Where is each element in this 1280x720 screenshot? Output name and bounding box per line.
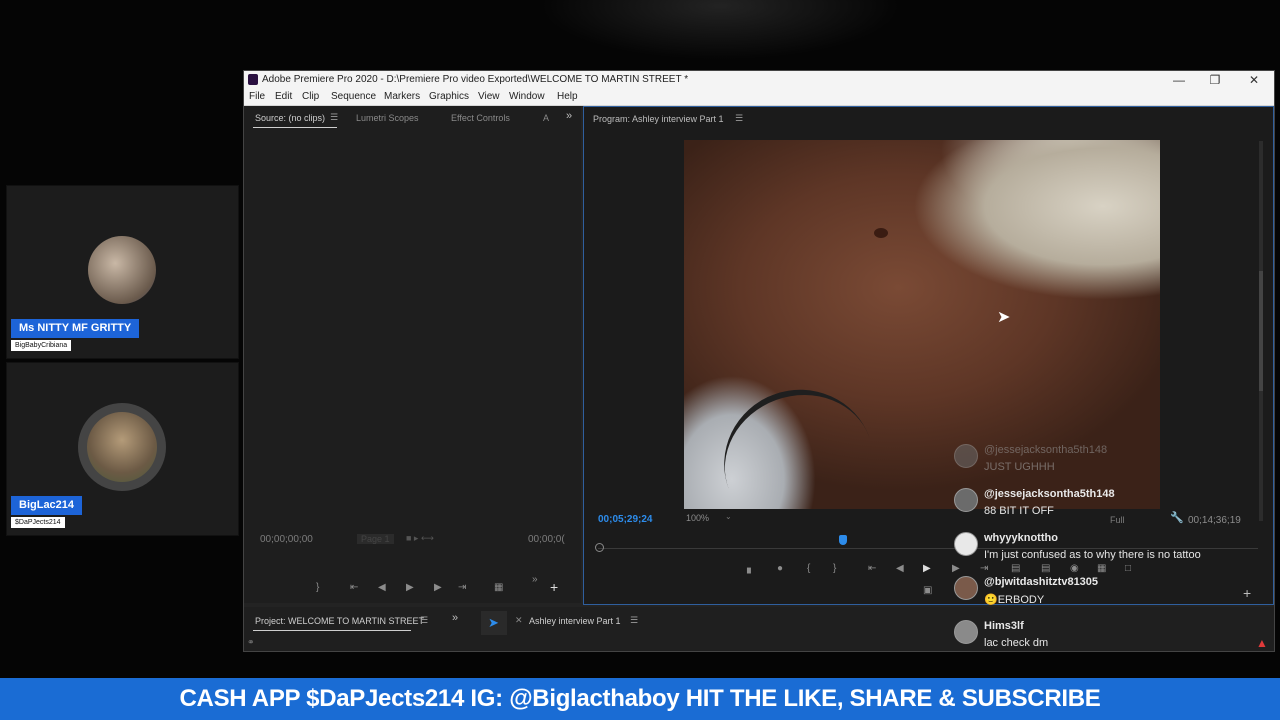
chat-message: whyyyknottho I'm just confused as to why… [944, 528, 1266, 568]
menu-help[interactable]: Help [557, 91, 578, 102]
add-button-icon[interactable]: + [550, 579, 558, 595]
menu-edit[interactable]: Edit [275, 91, 292, 102]
tab-audio[interactable]: A [543, 113, 549, 123]
chat-text: JUST UGHHH [984, 461, 1055, 473]
avatar [954, 532, 978, 556]
mark-out-icon[interactable]: } [316, 582, 319, 593]
title-bar: Adobe Premiere Pro 2020 - D:\Premiere Pr… [244, 71, 1274, 89]
avatar [954, 444, 978, 468]
tab-program[interactable]: Program: Ashley interview Part 1 [593, 114, 724, 124]
chat-message: @jessejacksontha5th148 JUST UGHHH [944, 440, 1266, 480]
step-back-icon[interactable]: ◀ [378, 582, 386, 593]
close-tab-icon[interactable]: ✕ [515, 615, 523, 626]
avatar [954, 488, 978, 512]
chat-message: @jessejacksontha5th148 88 BIT IT OFF [944, 484, 1266, 524]
chat-text: 88 BIT IT OFF [984, 505, 1054, 517]
playhead[interactable] [839, 535, 847, 545]
step-back-icon[interactable]: ◀ [896, 563, 904, 574]
tab-lumetri-scopes[interactable]: Lumetri Scopes [356, 113, 419, 123]
mark-out-icon[interactable]: } [833, 563, 836, 574]
selection-tool[interactable]: ➤ [481, 611, 507, 635]
add-marker-icon[interactable]: ▖ [747, 563, 755, 574]
wound-mark [874, 228, 888, 238]
chat-username: whyyyknottho [984, 532, 1058, 544]
minimize-icon[interactable]: — [1160, 71, 1198, 89]
chat-overlay: @jessejacksontha5th148 JUST UGHHH @jesse… [944, 440, 1268, 662]
avatar [88, 236, 156, 304]
mark-in-icon[interactable]: { [807, 563, 810, 574]
more-controls-icon[interactable]: » [532, 574, 538, 585]
menu-view[interactable]: View [478, 91, 500, 102]
panel-overflow-icon[interactable]: » [452, 612, 458, 624]
chat-text: I'm just confused as to why there is no … [984, 549, 1201, 561]
participant-name: Ms NITTY MF GRITTY [11, 319, 140, 338]
window-title: Adobe Premiere Pro 2020 - D:\Premiere Pr… [262, 74, 689, 85]
mouse-cursor-icon: ➤ [997, 309, 1011, 326]
go-to-in-icon[interactable]: ⇤ [350, 582, 358, 593]
tab-source[interactable]: Source: (no clips) [255, 113, 325, 123]
chat-username: Hims3lf [984, 620, 1024, 632]
selection-arrow-icon: ➤ [488, 615, 499, 630]
chat-text: lac check dm [984, 637, 1049, 649]
participant-handle: BigBabyCribiana [11, 340, 72, 351]
source-timecode-right: 00;00;0( [528, 534, 565, 545]
panel-menu-icon[interactable]: ☰ [330, 112, 338, 123]
chat-text: 🙂ERBODY [984, 594, 1045, 606]
source-panel: Source: (no clips) ☰ Lumetri Scopes Effe… [244, 106, 581, 603]
in-point-handle[interactable] [595, 543, 604, 552]
participant-handle: $DaPJects214 [11, 517, 65, 528]
marker-icon[interactable]: ● [777, 563, 783, 574]
panel-menu-icon[interactable]: ☰ [735, 113, 743, 124]
play-icon[interactable]: ▶ [923, 563, 931, 574]
chat-username: @jessejacksontha5th148 [984, 488, 1115, 500]
avatar [954, 620, 978, 644]
panel-menu-icon[interactable]: ☰ [630, 615, 638, 626]
participant-tile: Ms NITTY MF GRITTY BigBabyCribiana [6, 185, 239, 359]
step-forward-icon[interactable]: ▶ [434, 582, 442, 593]
banner-ticker: CASH APP $DaPJects214 IG: @Biglacthaboy … [0, 678, 1280, 720]
chat-username: @jessejacksontha5th148 [984, 444, 1108, 456]
lanyard-strap [703, 368, 895, 509]
tab-sequence[interactable]: Ashley interview Part 1 [529, 616, 621, 626]
menu-graphics[interactable]: Graphics [429, 91, 469, 102]
close-icon[interactable]: ✕ [1235, 71, 1273, 89]
panel-overflow-icon[interactable]: » [566, 110, 572, 122]
menu-markers[interactable]: Markers [384, 91, 420, 102]
search-icon[interactable]: ⚭ [247, 637, 255, 648]
menu-clip[interactable]: Clip [302, 91, 319, 102]
avatar [78, 403, 166, 491]
insert-icon[interactable]: ▦ [494, 582, 503, 593]
menu-window[interactable]: Window [509, 91, 545, 102]
chat-username: @bjwitdashitztv81305 [984, 576, 1099, 588]
tab-underline [253, 127, 337, 128]
chat-message: Hims3lf lac check dm [944, 616, 1266, 656]
panel-menu-icon[interactable]: ☰ [420, 615, 428, 626]
avatar [954, 576, 978, 600]
go-to-in-icon[interactable]: ⇤ [868, 563, 876, 574]
page-icons: ■ ▸ ⟷ [406, 533, 434, 543]
menu-sequence[interactable]: Sequence [331, 91, 376, 102]
participant-name: BigLac214 [11, 496, 83, 515]
program-timecode-left: 00;05;29;24 [598, 514, 653, 525]
menu-file[interactable]: File [249, 91, 265, 102]
source-page-select[interactable]: Page 1 [357, 534, 394, 544]
premiere-logo-icon [248, 74, 258, 85]
button-editor-icon[interactable]: ▣ [923, 585, 932, 596]
restore-icon[interactable]: ❐ [1196, 71, 1234, 89]
participant-tile: BigLac214 $DaPJects214 [6, 362, 239, 536]
chevron-down-icon[interactable]: ⌄ [725, 512, 732, 521]
tab-underline [253, 630, 411, 631]
chat-message: @bjwitdashitztv81305 🙂ERBODY [944, 572, 1266, 612]
source-timecode-left: 00;00;00;00 [260, 534, 313, 545]
menu-bar: File Edit Clip Sequence Markers Graphics… [244, 89, 1274, 106]
tab-effect-controls[interactable]: Effect Controls [451, 113, 510, 123]
warning-icon: ▲ [1256, 636, 1268, 650]
background-decoration [540, 0, 900, 60]
go-to-out-icon[interactable]: ⇥ [458, 582, 466, 593]
play-icon[interactable]: ▶ [406, 582, 414, 593]
zoom-select[interactable]: 100% [686, 513, 709, 523]
tab-project[interactable]: Project: WELCOME TO MARTIN STREET [255, 616, 424, 626]
